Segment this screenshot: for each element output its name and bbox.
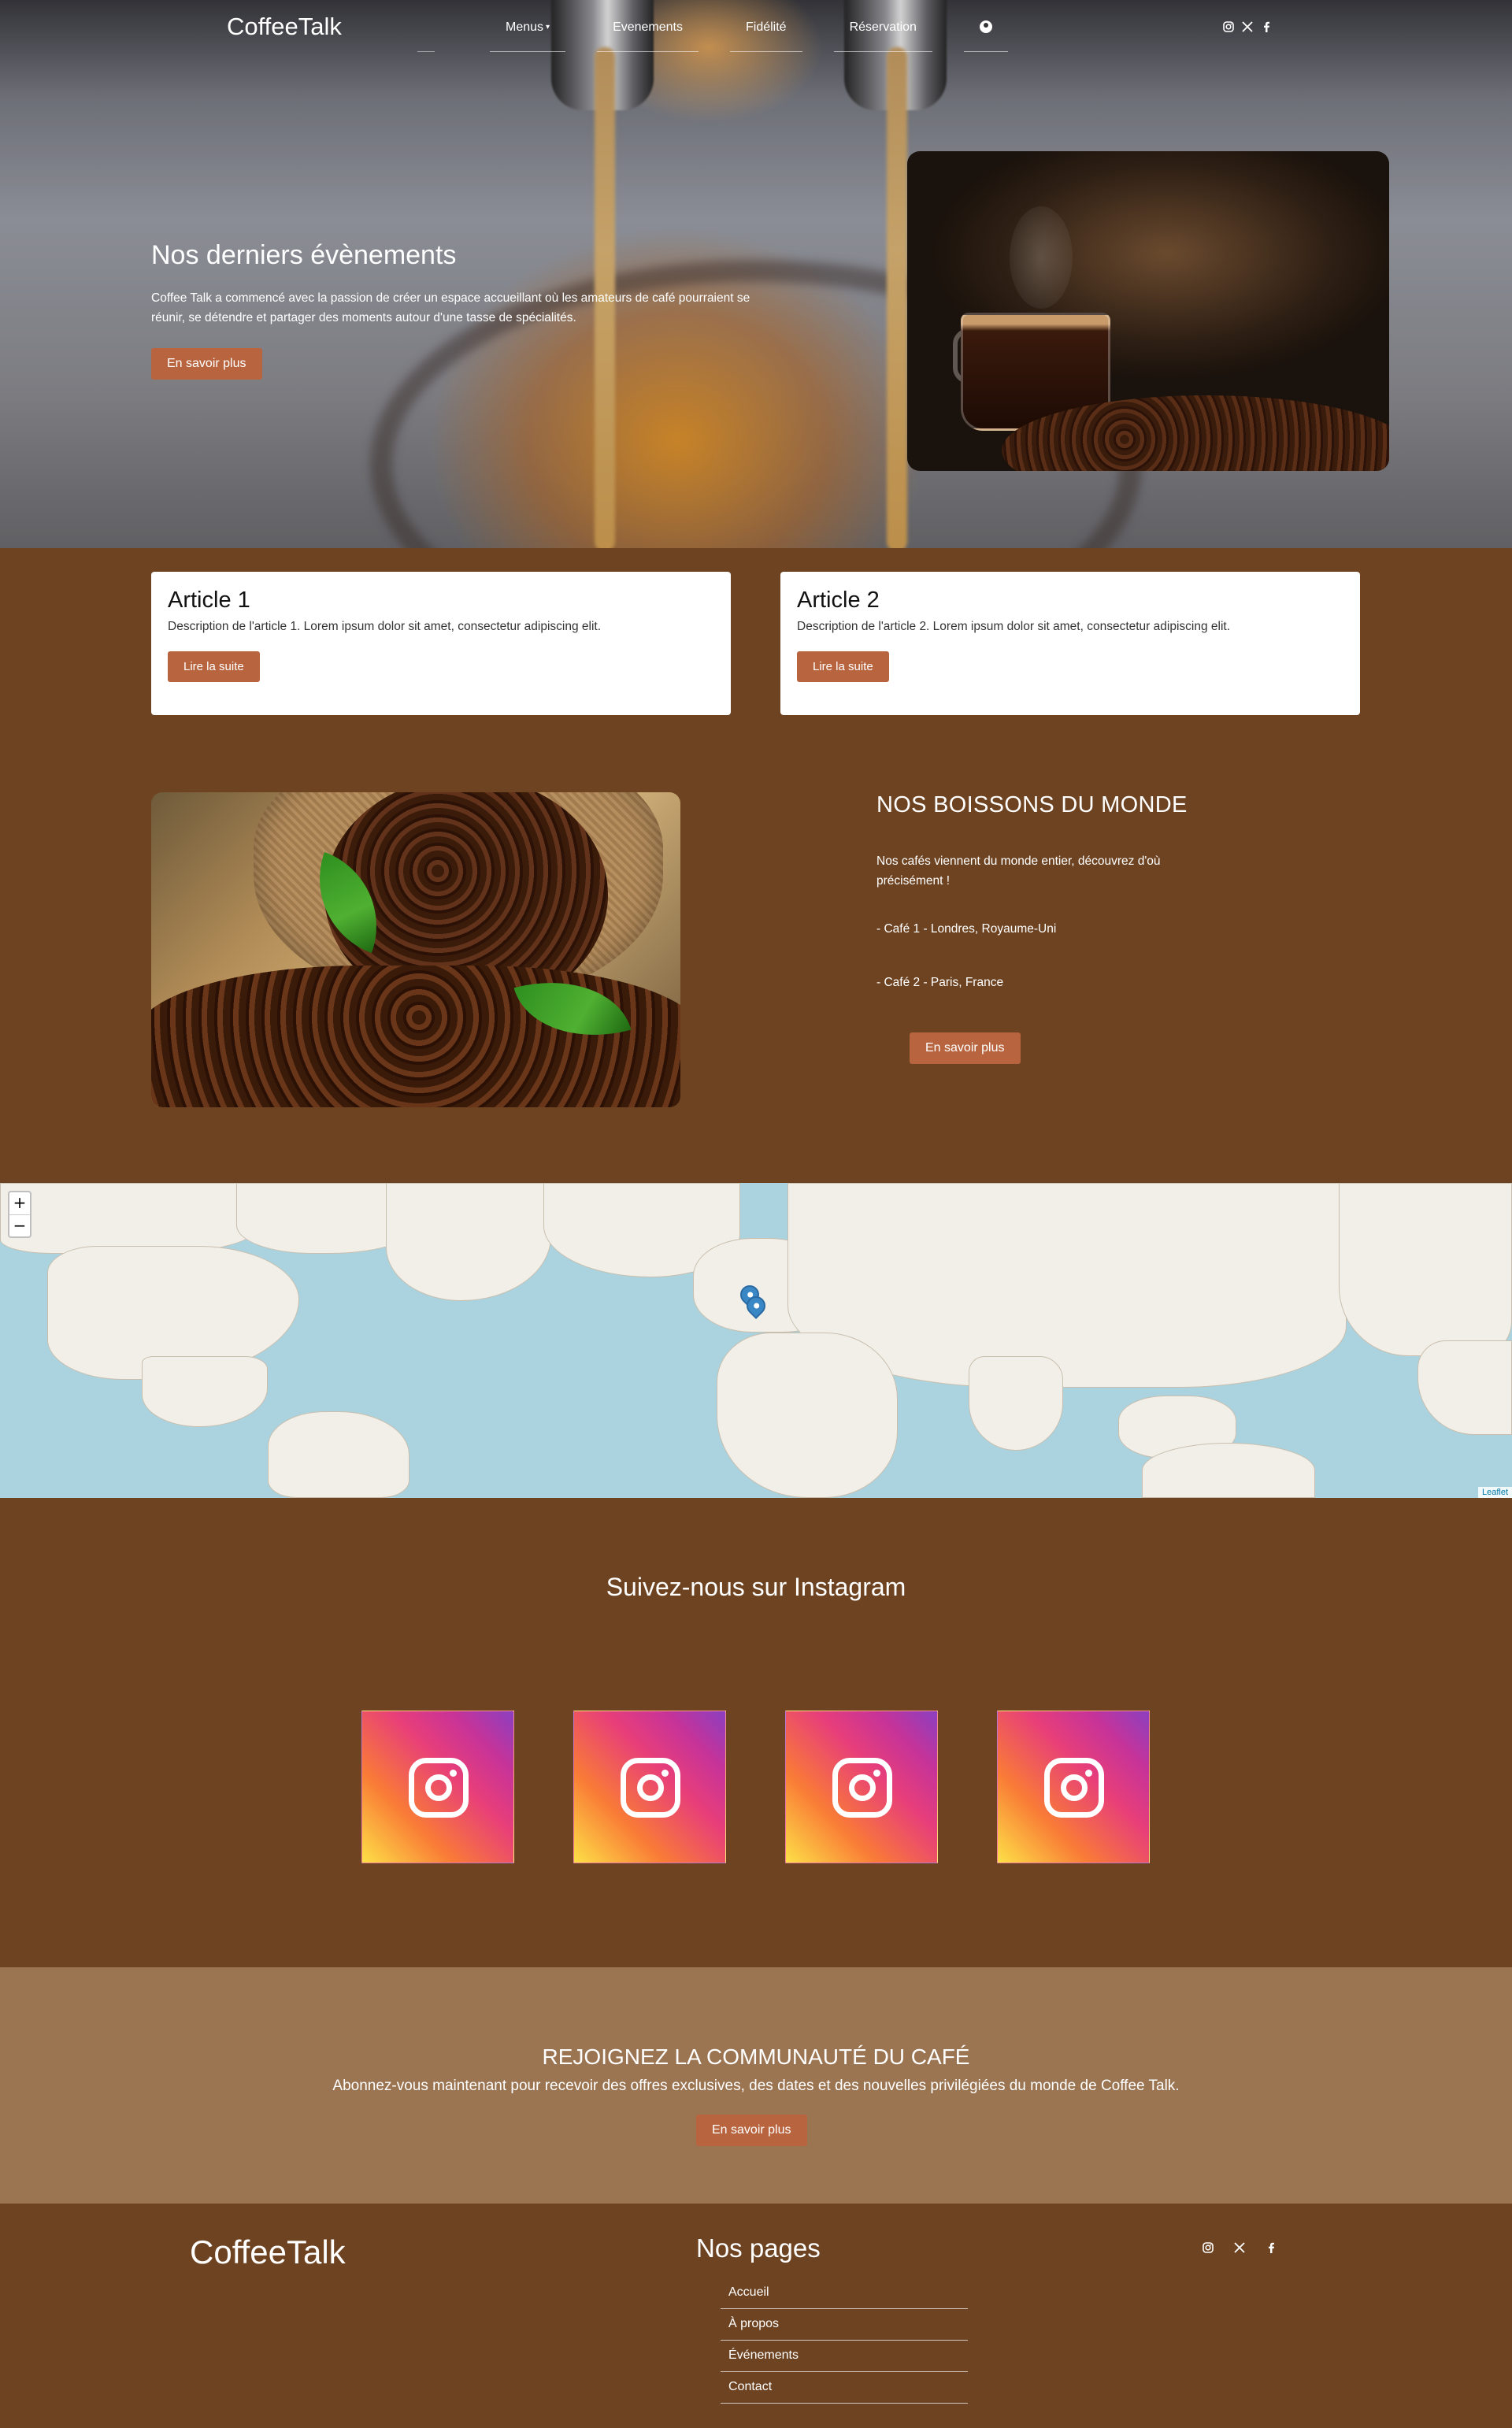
nav-item-fidelite[interactable]: Fidélité bbox=[730, 19, 802, 52]
cta-description: Abonnez-vous maintenant pour recevoir de… bbox=[332, 2078, 1180, 2094]
drinks-content: NOS BOISSONS DU MONDE Nos cafés viennent… bbox=[876, 792, 1223, 1064]
footer-brand[interactable]: CoffeeTalk bbox=[190, 2233, 346, 2271]
map-land-shape bbox=[717, 1333, 898, 1498]
map-land-shape bbox=[0, 1183, 260, 1254]
instagram-title: Suivez-nous sur Instagram bbox=[606, 1573, 906, 1601]
map-land-shape bbox=[142, 1356, 268, 1427]
instagram-icon[interactable] bbox=[1222, 20, 1235, 33]
coffee-sack-image bbox=[151, 792, 680, 1107]
x-icon[interactable] bbox=[1233, 2241, 1246, 2254]
user-circle-icon bbox=[979, 20, 992, 33]
facebook-icon[interactable] bbox=[1260, 20, 1273, 33]
instagram-section: Suivez-nous sur Instagram bbox=[0, 1498, 1512, 1967]
nav-item-label: Fidélité bbox=[746, 20, 787, 34]
instagram-icon bbox=[832, 1758, 892, 1818]
hero-section: CoffeeTalk Menus ▾ Evenements Fidélité Ré… bbox=[0, 0, 1512, 548]
hero-learn-more-button[interactable]: En savoir plus bbox=[151, 348, 262, 380]
instagram-icon bbox=[409, 1758, 469, 1818]
footer: CoffeeTalk Nos pages Accueil À propos Év… bbox=[0, 2204, 1512, 2428]
read-more-button[interactable]: Lire la suite bbox=[168, 651, 260, 682]
top-navbar: CoffeeTalk Menus ▾ Evenements Fidélité Ré… bbox=[0, 0, 1512, 57]
article-title: Article 1 bbox=[168, 588, 250, 613]
drinks-location-item: - Café 1 - Londres, Royaume-Uni bbox=[876, 922, 1057, 936]
instagram-tile[interactable] bbox=[573, 1711, 726, 1863]
hero-title: Nos derniers évènements bbox=[151, 240, 457, 270]
drinks-section: NOS BOISSONS DU MONDE Nos cafés viennent… bbox=[0, 792, 1512, 1183]
article-card: Article 2 Description de l'article 2. Lo… bbox=[780, 572, 1360, 715]
world-map[interactable]: + − Leaflet bbox=[0, 1183, 1512, 1498]
hero-content: Nos derniers évènements Coffee Talk a co… bbox=[151, 240, 781, 380]
instagram-icon bbox=[621, 1758, 680, 1818]
nav-item-account[interactable] bbox=[963, 19, 1008, 52]
caret-down-icon: ▾ bbox=[546, 23, 550, 32]
cta-title: REJOIGNEZ LA COMMUNAUTÉ DU CAFÉ bbox=[542, 2044, 970, 2069]
facebook-icon[interactable] bbox=[1265, 2241, 1277, 2254]
footer-link-contact[interactable]: Contact bbox=[721, 2372, 968, 2404]
article-card: Article 1 Description de l'article 1. Lo… bbox=[151, 572, 731, 715]
article-description: Description de l'article 1. Lorem ipsum … bbox=[168, 620, 602, 633]
hero-description: Coffee Talk a commencé avec la passion d… bbox=[151, 291, 750, 324]
nav-item-evenements[interactable]: Evenements bbox=[597, 19, 699, 52]
cta-learn-more-button[interactable]: En savoir plus bbox=[696, 2115, 807, 2146]
zoom-in-button[interactable]: + bbox=[9, 1192, 30, 1214]
instagram-icon[interactable] bbox=[1202, 2241, 1214, 2254]
footer-social-links bbox=[1202, 2241, 1277, 2254]
drinks-location-item: - Café 2 - Paris, France bbox=[876, 976, 1004, 989]
map-land-shape bbox=[969, 1356, 1063, 1451]
article-description: Description de l'article 2. Lorem ipsum … bbox=[797, 620, 1231, 633]
instagram-icon bbox=[1044, 1758, 1104, 1818]
footer-pages-title: Nos pages bbox=[696, 2233, 821, 2263]
instagram-tiles bbox=[361, 1711, 1150, 1863]
map-land-shape bbox=[1339, 1183, 1512, 1356]
hero-coffee-cup-image bbox=[907, 151, 1389, 471]
drinks-description: Nos cafés viennent du monde entier, déco… bbox=[876, 854, 1161, 888]
nav-item-label: Réservation bbox=[849, 20, 917, 34]
read-more-button[interactable]: Lire la suite bbox=[797, 651, 889, 682]
nav-item-empty[interactable] bbox=[417, 36, 435, 52]
nav-item-label: Menus bbox=[506, 20, 544, 34]
nav-social-links bbox=[1222, 20, 1273, 33]
nav-item-menus[interactable]: Menus ▾ bbox=[490, 19, 566, 52]
footer-link-accueil[interactable]: Accueil bbox=[721, 2278, 968, 2309]
footer-link-evenements[interactable]: Événements bbox=[721, 2341, 968, 2372]
footer-links: Accueil À propos Événements Contact bbox=[721, 2278, 968, 2404]
x-icon[interactable] bbox=[1241, 20, 1254, 33]
map-land-shape bbox=[386, 1183, 551, 1301]
nav-item-reservation[interactable]: Réservation bbox=[833, 19, 932, 52]
instagram-tile[interactable] bbox=[361, 1711, 514, 1863]
brand-logo[interactable]: CoffeeTalk bbox=[227, 13, 342, 41]
map-land-shape bbox=[268, 1411, 410, 1498]
footer-link-a-propos[interactable]: À propos bbox=[721, 2309, 968, 2341]
community-cta-section: REJOIGNEZ LA COMMUNAUTÉ DU CAFÉ Abonnez-… bbox=[0, 1967, 1512, 2204]
zoom-out-button[interactable]: − bbox=[9, 1214, 30, 1236]
map-attribution[interactable]: Leaflet bbox=[1477, 1487, 1512, 1498]
nav-item-label: Evenements bbox=[613, 20, 683, 34]
map-zoom-control: + − bbox=[8, 1191, 32, 1238]
article-title: Article 2 bbox=[797, 588, 880, 613]
articles-section: Article 1 Description de l'article 1. Lo… bbox=[0, 548, 1512, 792]
drinks-learn-more-button[interactable]: En savoir plus bbox=[910, 1032, 1021, 1064]
instagram-tile[interactable] bbox=[785, 1711, 938, 1863]
map-land-shape bbox=[1418, 1340, 1512, 1435]
spilled-beans-shape bbox=[151, 966, 680, 1107]
map-land-shape bbox=[1142, 1443, 1315, 1498]
steam-shape bbox=[1010, 206, 1073, 309]
nav-menu: Menus ▾ Evenements Fidélité Réservation bbox=[417, 19, 1040, 52]
instagram-tile[interactable] bbox=[997, 1711, 1150, 1863]
drinks-title: NOS BOISSONS DU MONDE bbox=[876, 792, 1188, 817]
